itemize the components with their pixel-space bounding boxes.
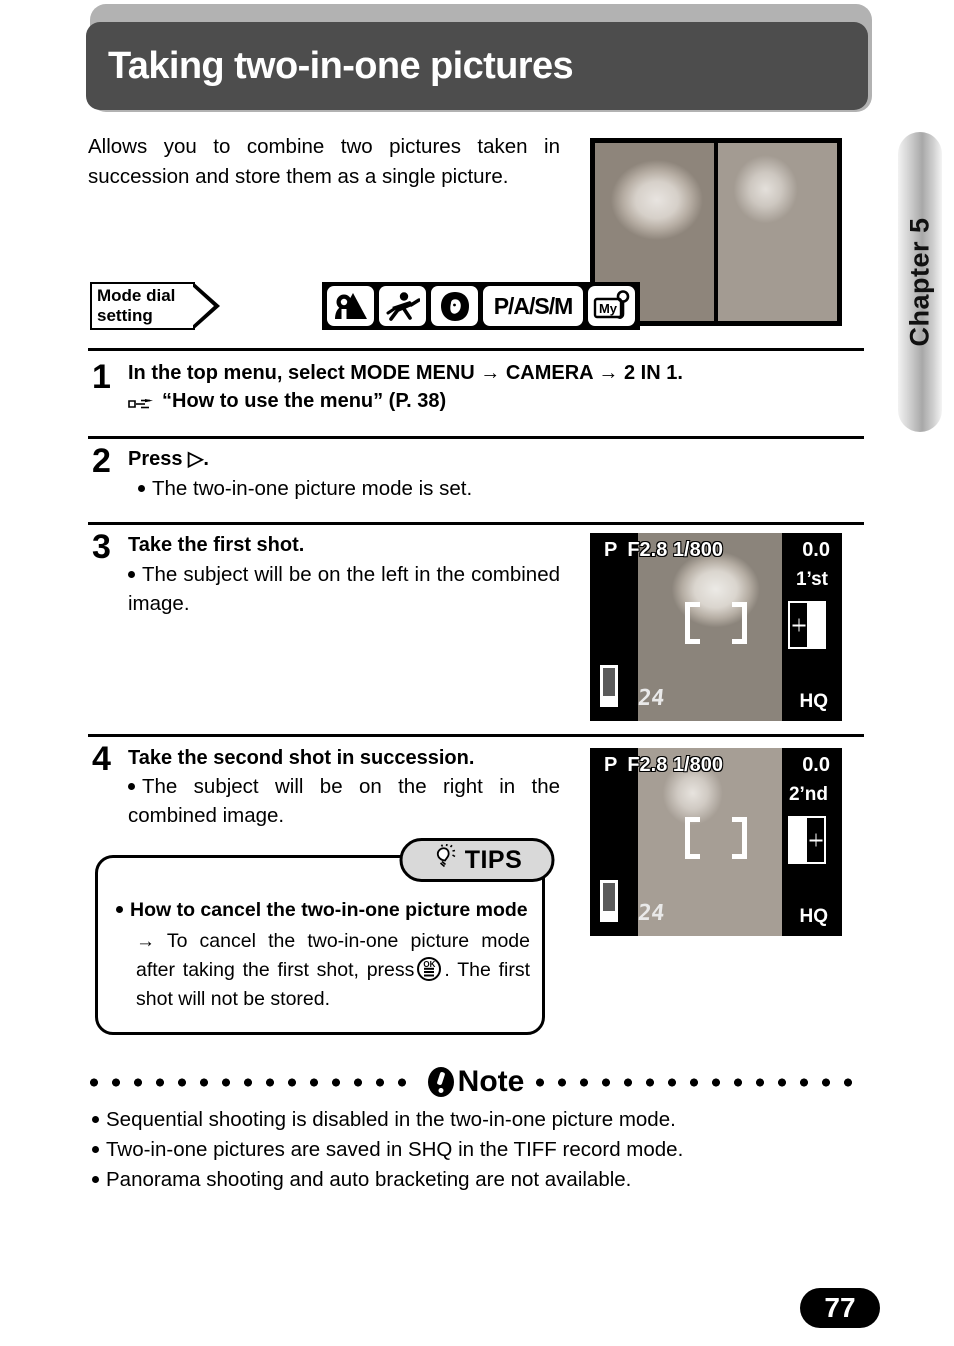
step-number-3: 3: [92, 528, 111, 566]
portrait-mode-icon: [431, 286, 478, 326]
quality-badge-first: HQ: [799, 691, 829, 712]
step-reference-text-1: “How to use the menu” (P. 38): [162, 390, 447, 412]
two-in-one-indicator-first: [788, 601, 826, 649]
page-title-bar: Taking two-in-one pictures: [86, 22, 868, 110]
bullet-icon: [116, 905, 123, 913]
battery-icon-first: [600, 665, 618, 707]
step-heading-2: Press ▷.: [128, 448, 209, 470]
lcd-mode-first: P: [604, 539, 618, 561]
note-item-text: Sequential shooting is disabled in the t…: [106, 1108, 676, 1131]
step-divider-4: [88, 734, 864, 737]
my-mode-icon: My: [588, 286, 635, 326]
lightbulb-icon: [432, 843, 458, 877]
pasm-mode-label: P/A/S/M: [493, 292, 574, 319]
pasm-mode-icon: P/A/S/M: [483, 286, 583, 326]
ok-button-label: OK: [423, 960, 436, 969]
mode-dial-flag-line1: Mode dial: [97, 286, 176, 305]
note-item: Sequential shooting is disabled in the t…: [92, 1105, 872, 1134]
note-item: Two-in-one pictures are saved in SHQ in …: [92, 1135, 872, 1164]
step-number-2: 2: [92, 442, 111, 480]
bullet-icon: [92, 1115, 99, 1123]
note-header: Note: [88, 1062, 864, 1102]
two-in-one-indicator-second: [788, 816, 826, 864]
mode-dial-icon-strip: P/A/S/M My: [322, 282, 640, 330]
intro-paragraph: Allows you to combine two pictures taken…: [88, 135, 560, 188]
exclamation-icon: [427, 1067, 454, 1097]
quality-badge-second: HQ: [799, 906, 829, 927]
sample-photo-right: [718, 143, 837, 321]
step-divider-3: [88, 522, 864, 525]
landscape-portrait-mode-icon: [327, 286, 374, 326]
lcd-ev-second: 0.0: [802, 754, 830, 776]
ok-button-icon: OK: [417, 957, 442, 981]
chapter-tab-label: Chapter 5: [904, 217, 935, 347]
lcd-shot-order-second: 2’nd: [788, 784, 828, 805]
note-item-text: Two-in-one pictures are saved in SHQ in …: [106, 1138, 684, 1161]
step-bullet-text-2: The two-in-one picture mode is set.: [152, 477, 473, 500]
frames-remaining-first: 24: [636, 686, 666, 711]
lcd-shot-order-first: 1’st: [795, 569, 828, 590]
step-divider-1: [88, 348, 864, 351]
arrow-right-icon: →: [136, 931, 155, 952]
page-title: Taking two-in-one pictures: [108, 44, 574, 87]
af-target-bracket: [685, 817, 747, 860]
step-heading-1: In the top menu, select MODE MENU → CAME…: [128, 362, 683, 384]
step-number-4: 4: [92, 740, 111, 778]
page-number-badge: 77: [800, 1288, 880, 1328]
svg-text:My: My: [598, 301, 617, 316]
step-reference-1: “How to use the menu” (P. 38): [128, 388, 858, 414]
step-number-1: 1: [92, 358, 111, 396]
note-label-group: Note: [427, 1065, 525, 1099]
tips-badge-label: TIPS: [464, 845, 523, 874]
lcd-preview-second-shot: P F2.8 1/800 0.0 2’nd 24 HQ: [590, 748, 842, 936]
bullet-icon: [92, 1175, 99, 1183]
step-bullet-text-4: The subject will be on the right in the …: [128, 775, 560, 827]
bullet-icon: [128, 782, 135, 790]
bullet-icon: [128, 570, 135, 578]
step-bullet-4: The subject will be on the right in the …: [128, 772, 560, 830]
mode-dial-flag-line2: setting: [97, 306, 153, 325]
note-list: Sequential shooting is disabled in the t…: [92, 1105, 872, 1195]
lcd-preview-first-shot: P F2.8 1/800 0.0 1’st 24 HQ: [590, 533, 842, 721]
frames-remaining-second: 24: [636, 901, 666, 926]
note-item-text: Panorama shooting and auto bracketing ar…: [106, 1168, 632, 1191]
tips-content: How to cancel the two-in-one picture mod…: [116, 896, 530, 1014]
tips-title: How to cancel the two-in-one picture mod…: [130, 899, 528, 921]
note-item: Panorama shooting and auto bracketing ar…: [92, 1165, 872, 1194]
lcd-exposure-first: F2.8 1/800: [627, 539, 723, 561]
chapter-tab: Chapter 5: [898, 132, 942, 432]
step-heading-4: Take the second shot in succession.: [128, 747, 475, 769]
mode-dial-flag: Mode dial setting: [90, 282, 220, 330]
pointing-hand-icon: [128, 393, 154, 409]
step-bullet-3: The subject will be on the left in the c…: [128, 560, 560, 618]
lcd-exposure-second: F2.8 1/800: [627, 754, 723, 776]
mode-dial-row: Mode dial setting P/A/S/M My: [90, 282, 640, 330]
tips-box: How to cancel the two-in-one picture mod…: [95, 855, 545, 1035]
manual-page: Taking two-in-one pictures Chapter 5 All…: [0, 0, 954, 1346]
step-heading-3: Take the first shot.: [128, 534, 305, 556]
note-dots-left: [88, 1077, 418, 1087]
tips-detail-row: → To cancel the two-in-one picture mode …: [136, 927, 530, 1014]
step-divider-2: [88, 436, 864, 439]
note-label: Note: [457, 1065, 525, 1098]
bullet-icon: [138, 484, 145, 492]
tips-badge: TIPS: [399, 838, 555, 882]
bullet-icon: [92, 1145, 99, 1153]
sports-mode-icon: [379, 286, 426, 326]
lcd-ev-first: 0.0: [802, 539, 830, 561]
af-target-bracket: [685, 602, 747, 645]
step-bullet-text-3: The subject will be on the left in the c…: [128, 563, 560, 615]
tips-title-row: How to cancel the two-in-one picture mod…: [116, 896, 530, 925]
note-dots-right: [534, 1077, 864, 1087]
lcd-mode-second: P: [604, 754, 618, 776]
step-bullet-2: The two-in-one picture mode is set.: [138, 474, 558, 503]
battery-icon-second: [600, 880, 618, 922]
